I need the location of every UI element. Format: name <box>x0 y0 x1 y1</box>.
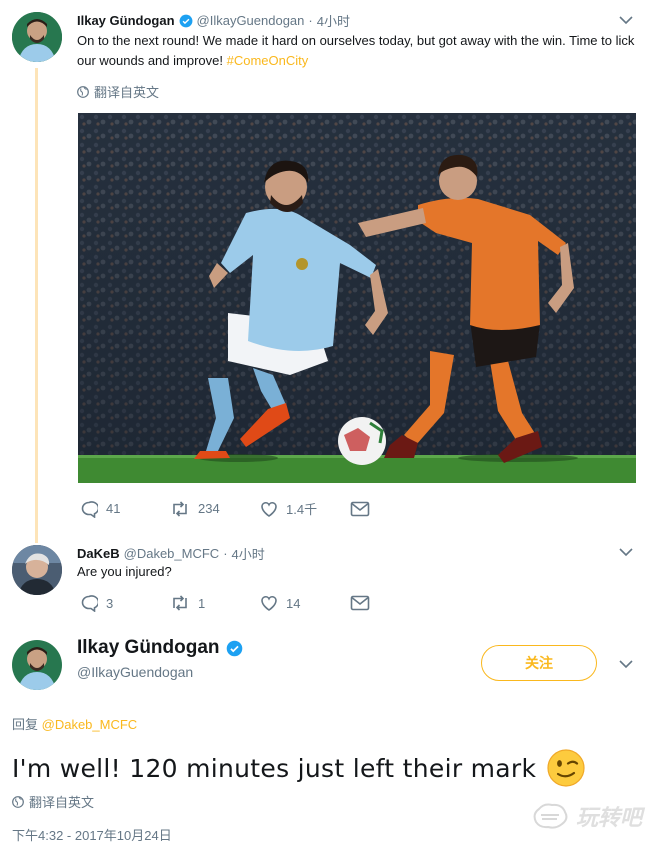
avatar-dakeb[interactable] <box>12 545 62 595</box>
like-count: 1.4千 <box>286 502 318 517</box>
retweet-count: 1 <box>198 595 206 611</box>
message-button[interactable] <box>350 501 370 517</box>
reply-count: 3 <box>106 595 114 611</box>
verified-icon <box>226 640 242 656</box>
chevron-down-icon[interactable] <box>619 657 633 671</box>
translate-link[interactable]: 翻译自英文 <box>77 82 159 101</box>
football-scene-image <box>78 113 636 483</box>
retweet-icon <box>173 595 187 611</box>
like-button[interactable]: 14 <box>260 594 350 612</box>
hashtag-link[interactable]: #ComeOnCity <box>227 53 309 68</box>
tweet-photo[interactable] <box>78 113 636 483</box>
translate-label[interactable]: 翻译自英文 <box>29 792 94 811</box>
handle[interactable]: @IlkayGuendogan <box>77 664 193 680</box>
avatar-gundogan-main[interactable] <box>12 640 62 690</box>
like-count: 14 <box>286 595 301 611</box>
chevron-down-icon[interactable] <box>619 13 633 27</box>
reply-icon <box>81 595 98 612</box>
heart-icon <box>261 501 277 517</box>
tweet-text: On to the next round! We made it hard on… <box>77 31 637 71</box>
main-text: I'm well! 120 minutes just left their ma… <box>12 753 537 783</box>
avatar-gundogan[interactable] <box>12 12 62 62</box>
follow-label: 关注 <box>525 655 553 671</box>
tweet1-header: Ilkay Gündogan @IlkayGuendogan · 4小时 <box>77 11 350 30</box>
follow-button[interactable]: 关注 <box>481 645 597 681</box>
handle[interactable]: @IlkayGuendogan <box>197 13 305 28</box>
thread-line <box>35 68 38 543</box>
reply-button[interactable]: 3 <box>80 594 170 612</box>
tweet-timestamp[interactable]: 下午4:32 - 2017年10月24日 <box>12 825 172 844</box>
tweet-time[interactable]: 4小时 <box>317 11 350 30</box>
football <box>338 417 386 465</box>
reply-header: DaKeB @Dakeb_MCFC · 4小时 <box>77 544 265 563</box>
reply-button[interactable]: 41 <box>80 500 170 518</box>
reply-text: Are you injured? <box>77 564 172 579</box>
watermark: 玩转吧 <box>530 800 642 832</box>
reply-to-handle[interactable]: @Dakeb_MCFC <box>42 717 138 732</box>
heart-icon <box>261 595 277 611</box>
separator-dot: · <box>223 546 228 561</box>
watermark-logo-icon <box>533 803 568 829</box>
main-tweet-text: I'm well! 120 minutes just left their ma… <box>12 748 586 788</box>
retweet-button[interactable]: 1 <box>170 594 260 612</box>
globe-icon <box>12 795 24 808</box>
separator-dot: · <box>308 13 313 28</box>
handle[interactable]: @Dakeb_MCFC <box>124 546 220 561</box>
display-name[interactable]: DaKeB <box>77 546 120 561</box>
retweet-button[interactable]: 234 <box>170 500 260 518</box>
globe-icon <box>77 85 89 98</box>
translate-link[interactable]: 翻译自英文 <box>12 792 94 811</box>
verified-icon <box>179 14 192 27</box>
watermark-text: 玩转吧 <box>576 805 643 830</box>
envelope-icon <box>350 595 370 611</box>
reply-to-prefix: 回复 <box>12 717 42 732</box>
winking-face-emoji-icon <box>547 749 585 787</box>
chevron-down-icon[interactable] <box>619 545 633 559</box>
reply-icon <box>81 500 98 518</box>
reply-count: 41 <box>106 501 121 516</box>
message-button[interactable] <box>350 595 370 611</box>
main-name-row: Ilkay Gündogan <box>77 637 243 659</box>
tweet-text-body: On to the next round! We made it hard on… <box>77 33 635 68</box>
retweet-icon <box>173 500 187 517</box>
retweet-count: 234 <box>198 501 220 516</box>
reply-actions: 3 1 14 <box>80 594 370 612</box>
tweet-time[interactable]: 4小时 <box>232 544 265 563</box>
display-name[interactable]: Ilkay Gündogan <box>77 13 175 28</box>
translate-label[interactable]: 翻译自英文 <box>94 82 159 101</box>
reply-to-line: 回复 @Dakeb_MCFC <box>12 714 137 733</box>
tweet1-actions: 41 234 1.4千 <box>80 499 370 518</box>
display-name[interactable]: Ilkay Gündogan <box>77 637 220 659</box>
envelope-icon <box>350 501 370 516</box>
like-button[interactable]: 1.4千 <box>260 499 350 518</box>
